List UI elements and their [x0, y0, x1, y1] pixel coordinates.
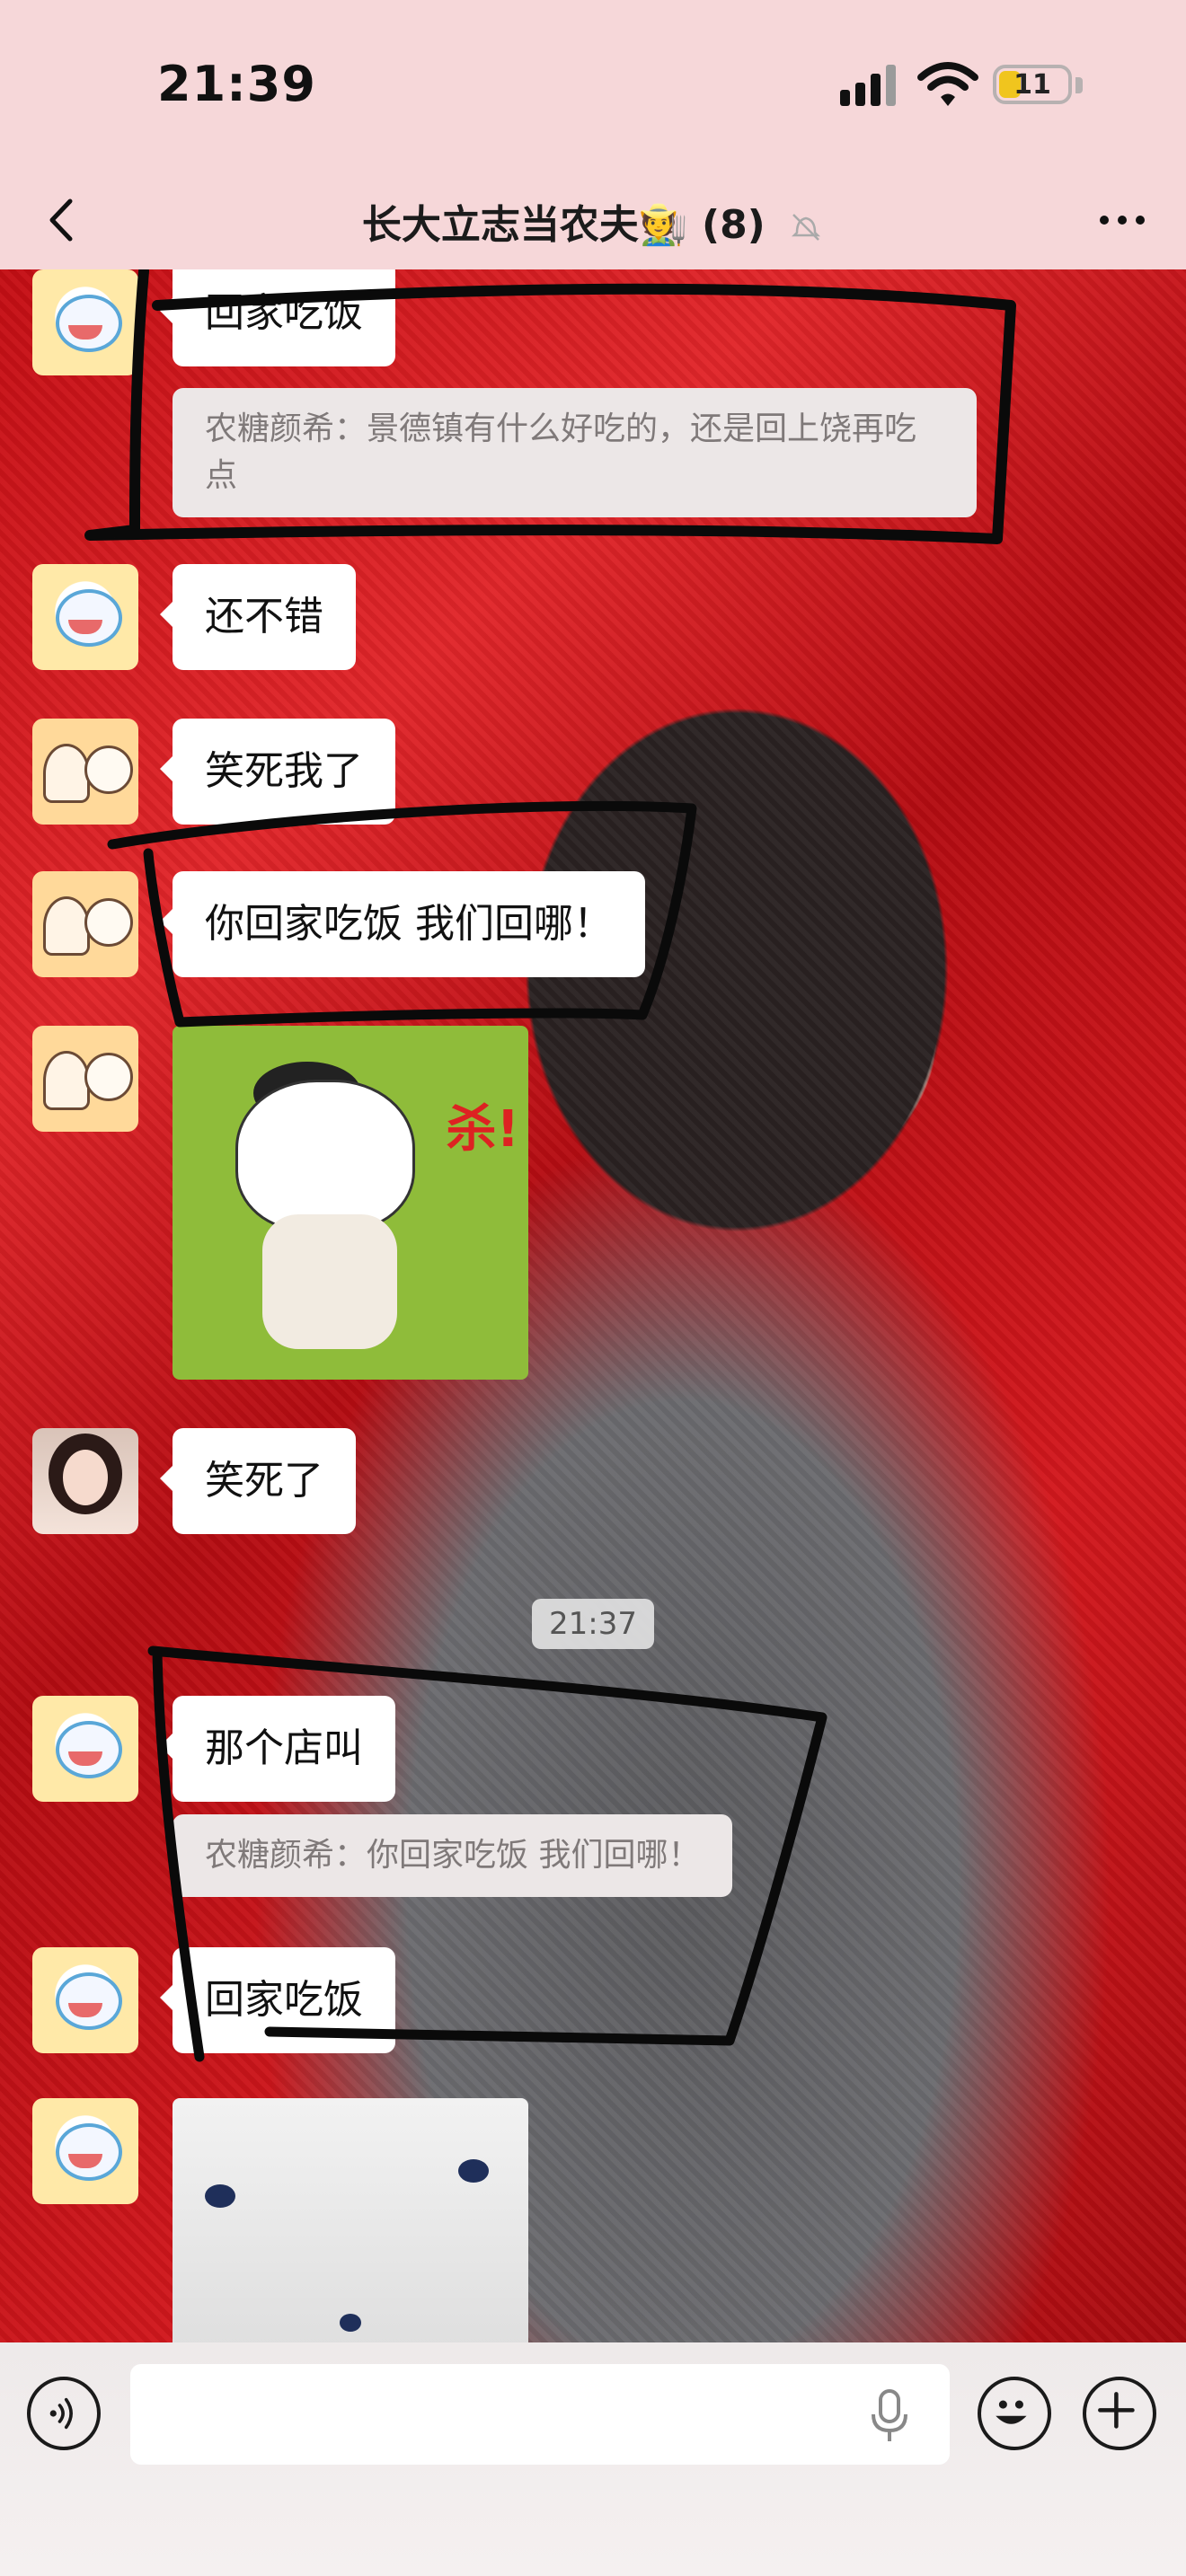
plush-photo[interactable]: [173, 2098, 528, 2342]
emoji-icon[interactable]: [978, 2377, 1051, 2450]
voice-icon[interactable]: [27, 2377, 101, 2450]
avatar[interactable]: [32, 1428, 138, 1534]
message-bubble[interactable]: 笑死我了: [160, 719, 395, 825]
avatar[interactable]: [32, 1947, 138, 2053]
message-bubble[interactable]: 你回家吃饭 我们回哪！: [160, 871, 645, 977]
battery-level: 11: [1013, 68, 1051, 101]
avatar[interactable]: [32, 871, 138, 977]
ellipsis-icon[interactable]: [1091, 198, 1154, 243]
chat-message-list[interactable]: 回家吃饭 农糖颜希：景德镇有什么好吃的，还是回上饶再吃点 还不错 笑死我了 你回…: [0, 269, 1186, 2342]
chat-title-text: 长大立志当农夫🧑‍🌾 (8): [361, 202, 766, 248]
status-time: 21:39: [157, 56, 316, 112]
avatar[interactable]: [32, 1696, 138, 1802]
timestamp: 21:37: [532, 1599, 654, 1649]
wifi-icon: [917, 62, 978, 106]
message-bubble[interactable]: 回家吃饭: [160, 269, 395, 366]
avatar[interactable]: [32, 1026, 138, 1132]
avatar[interactable]: [32, 2098, 138, 2204]
avatar[interactable]: [32, 719, 138, 825]
cow-sticker[interactable]: 杀!: [173, 1026, 528, 1380]
avatar[interactable]: [32, 564, 138, 670]
avatar[interactable]: [32, 269, 138, 375]
bell-slash-icon: [792, 214, 821, 241]
message-bubble[interactable]: 回家吃饭: [160, 1947, 395, 2053]
message-bubble[interactable]: 笑死了: [160, 1428, 356, 1534]
message-bubble[interactable]: 那个店叫: [160, 1696, 395, 1802]
quoted-reply[interactable]: 农糖颜希：景德镇有什么好吃的，还是回上饶再吃点: [173, 388, 977, 517]
chat-header: 长大立志当农夫🧑‍🌾 (8): [0, 171, 1186, 269]
plus-icon[interactable]: [1083, 2377, 1156, 2450]
sticker-caption: 杀!: [446, 1100, 519, 1159]
input-bar: [0, 2342, 1186, 2576]
status-bar: 21:39 11: [0, 0, 1186, 171]
battery-icon: 11: [993, 65, 1072, 104]
microphone-icon[interactable]: [863, 2384, 916, 2447]
chat-title: 长大立志当农夫🧑‍🌾 (8): [0, 192, 1186, 250]
cellular-signal-icon: [840, 65, 896, 106]
message-bubble[interactable]: 还不错: [160, 564, 356, 670]
quoted-reply[interactable]: 农糖颜希：你回家吃饭 我们回哪！: [173, 1814, 733, 1897]
message-input[interactable]: [130, 2364, 950, 2465]
